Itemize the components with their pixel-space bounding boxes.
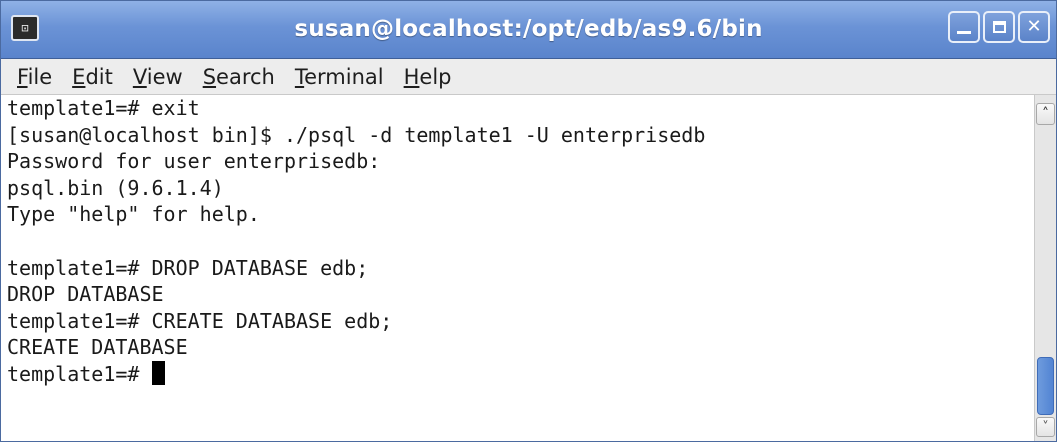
terminal-line: DROP DATABASE [7, 282, 164, 307]
maximize-icon [992, 21, 1006, 33]
terminal-line: template1=# CREATE DATABASE edb; [7, 308, 393, 333]
terminal-line: psql.bin (9.6.1.4) [7, 175, 224, 200]
terminal-line: Password for user enterprisedb: [7, 149, 381, 174]
vertical-scrollbar[interactable]: ˄ ˅ [1034, 95, 1056, 441]
terminal-prompt: template1=# [7, 361, 152, 386]
menu-edit[interactable]: Edit [72, 65, 113, 89]
maximize-button[interactable] [983, 11, 1015, 43]
terminal-prompt-line[interactable]: template1=# [1, 360, 1034, 388]
minimize-button[interactable] [948, 11, 980, 43]
scroll-up-button[interactable]: ˄ [1036, 103, 1055, 125]
window-controls: ✕ [948, 11, 1050, 43]
window-title: susan@localhost:/opt/edb/as9.6/bin [294, 16, 763, 42]
menu-terminal[interactable]: Terminal [295, 65, 384, 89]
chevron-down-icon: ˅ [1042, 419, 1049, 435]
minimize-icon [957, 30, 971, 34]
title-bar[interactable]: ⊡ susan@localhost:/opt/edb/as9.6/bin ✕ [1, 1, 1056, 59]
chevron-up-icon: ˄ [1042, 106, 1049, 122]
terminal-line: template1=# exit [7, 96, 200, 120]
terminal-line: [susan@localhost bin]$ ./psql -d templat… [7, 122, 706, 147]
terminal-line: template1=# DROP DATABASE edb; [7, 255, 369, 280]
close-button[interactable]: ✕ [1018, 11, 1050, 43]
menu-file[interactable]: File [17, 65, 52, 89]
scroll-thumb[interactable] [1037, 357, 1054, 415]
terminal-output[interactable]: template1=# exit [susan@localhost bin]$ … [1, 95, 1034, 441]
menu-view[interactable]: View [133, 65, 183, 89]
close-icon: ✕ [1026, 16, 1042, 37]
menu-search[interactable]: Search [203, 65, 275, 89]
menu-bar: File Edit View Search Terminal Help [1, 59, 1056, 95]
terminal-line: Type "help" for help. [7, 202, 260, 227]
menu-help[interactable]: Help [404, 65, 452, 89]
scroll-down-button[interactable]: ˅ [1036, 417, 1055, 437]
text-cursor [151, 360, 165, 385]
terminal-window: ⊡ susan@localhost:/opt/edb/as9.6/bin ✕ F… [0, 0, 1057, 442]
terminal-line: CREATE DATABASE [7, 335, 188, 360]
